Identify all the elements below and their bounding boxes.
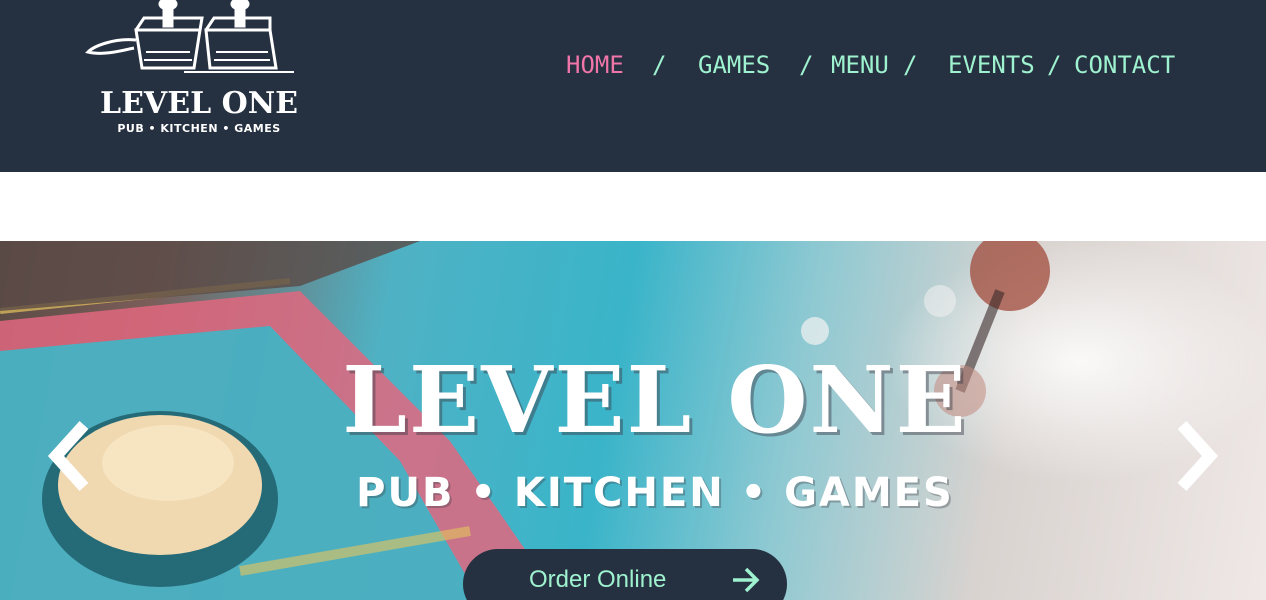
joystick-icon <box>85 0 294 73</box>
site-header: LEVEL ONE PUB • KITCHEN • GAMES HOME / G… <box>0 0 1266 172</box>
nav-contact[interactable]: CONTACT <box>1074 48 1175 82</box>
chevron-left-icon <box>47 420 89 492</box>
order-online-button[interactable]: Order Online <box>463 549 787 600</box>
arrow-right-icon <box>733 567 760 593</box>
order-online-label: Order Online <box>529 566 667 593</box>
nav-separator: / <box>1047 51 1062 79</box>
nav-separator: / <box>652 51 667 79</box>
hero-subtitle: PUB • KITCHEN • GAMES <box>356 470 954 516</box>
slider-next-button[interactable] <box>1166 419 1226 493</box>
nav-games[interactable]: GAMES <box>698 48 770 82</box>
chevron-right-icon <box>1177 420 1219 492</box>
nav-home[interactable]: HOME <box>566 48 624 82</box>
hero-slider: LEVEL ONE PUB • KITCHEN • GAMES Order On… <box>0 241 1266 600</box>
hero-title: LEVEL ONE <box>342 346 968 454</box>
nav-separator: / <box>799 51 814 79</box>
nav-menu[interactable]: MENU <box>831 48 889 82</box>
site-logo[interactable]: LEVEL ONE PUB • KITCHEN • GAMES <box>84 0 310 140</box>
logo-subtitle: PUB • KITCHEN • GAMES <box>117 122 281 135</box>
slider-prev-button[interactable] <box>40 419 100 493</box>
logo-title: LEVEL ONE <box>99 86 299 121</box>
nav-separator: / <box>903 51 918 79</box>
nav-events[interactable]: EVENTS <box>948 48 1035 82</box>
